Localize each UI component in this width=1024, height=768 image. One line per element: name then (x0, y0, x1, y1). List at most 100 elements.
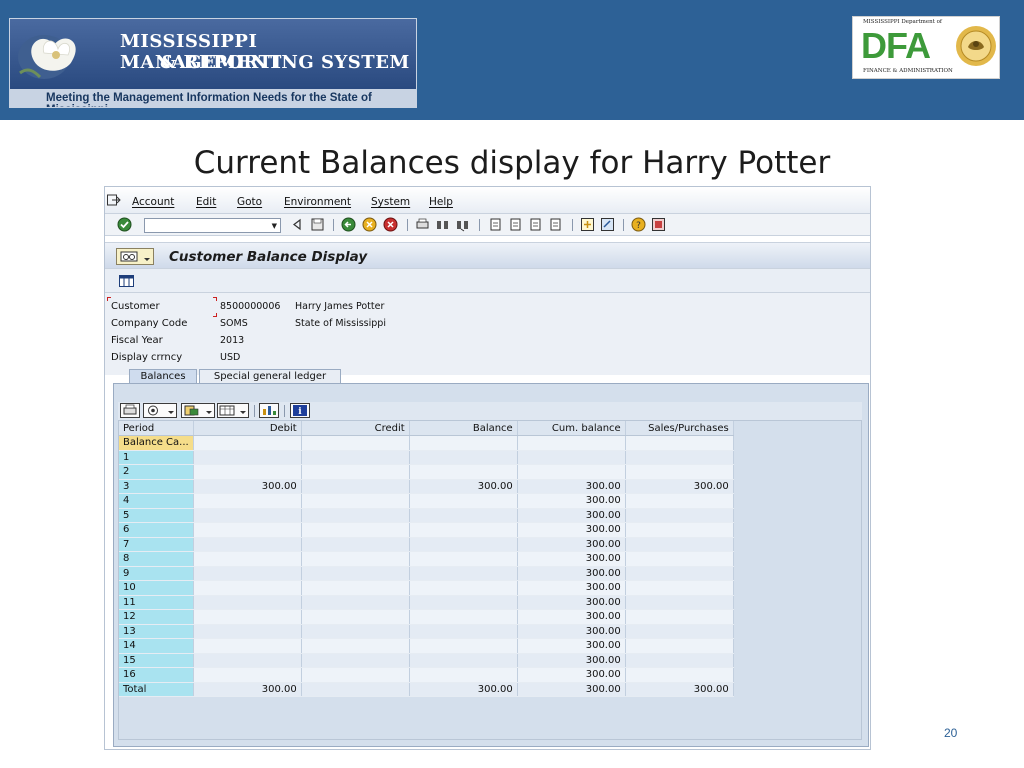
menu-help[interactable]: Help (429, 196, 453, 208)
amount-cell[interactable] (409, 595, 518, 610)
amount-cell[interactable] (301, 522, 410, 538)
amount-cell[interactable]: 300.00 (517, 566, 626, 581)
period-cell[interactable]: 6 (119, 522, 194, 538)
amount-cell[interactable]: 300.00 (517, 522, 626, 538)
display-toggle-button[interactable] (116, 248, 154, 265)
table-row[interactable]: 16 300.00 (119, 667, 734, 683)
period-cell[interactable]: 15 (119, 653, 194, 668)
amount-cell[interactable] (625, 653, 734, 668)
amount-cell[interactable] (625, 464, 734, 480)
amount-cell[interactable]: 300.00 (193, 479, 302, 494)
amount-cell[interactable] (301, 464, 410, 480)
fiscal-year-value[interactable]: 2013 (220, 335, 244, 346)
table-row[interactable]: 10 300.00 (119, 580, 734, 596)
amount-cell[interactable]: 300.00 (517, 624, 626, 639)
command-field[interactable]: ▼ (144, 218, 281, 233)
table-row[interactable]: 15 300.00 (119, 653, 734, 668)
amount-cell[interactable]: 300.00 (409, 479, 518, 494)
amount-cell[interactable] (301, 508, 410, 523)
amount-cell[interactable] (193, 566, 302, 581)
alv-info-button[interactable]: i (290, 403, 310, 418)
amount-cell[interactable] (409, 493, 518, 509)
help-icon[interactable]: ? (631, 217, 646, 232)
amount-cell[interactable]: 300.00 (517, 609, 626, 625)
amount-cell[interactable]: 300.00 (625, 682, 734, 697)
chevron-down-icon[interactable]: ▼ (272, 222, 277, 230)
amount-cell[interactable] (301, 479, 410, 494)
amount-cell[interactable] (301, 609, 410, 625)
table-row[interactable]: 9 300.00 (119, 566, 734, 581)
col-balance[interactable]: Balance (409, 421, 518, 436)
previous-page-icon[interactable] (508, 217, 523, 232)
amount-cell[interactable] (625, 566, 734, 581)
amount-cell[interactable]: 300.00 (517, 551, 626, 567)
period-cell[interactable]: 16 (119, 667, 194, 683)
amount-cell[interactable] (193, 450, 302, 465)
amount-cell[interactable]: 300.00 (517, 595, 626, 610)
amount-cell[interactable]: 300.00 (193, 682, 302, 697)
period-cell[interactable]: 4 (119, 493, 194, 509)
exit-yellow-icon[interactable] (362, 217, 377, 232)
tab-special-gl[interactable]: Special general ledger (199, 369, 341, 384)
alv-layout-button[interactable] (217, 403, 249, 418)
table-row[interactable]: 11 300.00 (119, 595, 734, 610)
menu-edit[interactable]: Edit (196, 196, 216, 208)
back-arrow-icon[interactable] (290, 217, 305, 232)
enter-check-icon[interactable] (117, 217, 132, 232)
amount-cell[interactable] (301, 580, 410, 596)
amount-cell[interactable]: 300.00 (517, 580, 626, 596)
period-cell[interactable]: 11 (119, 595, 194, 610)
col-credit[interactable]: Credit (301, 421, 410, 436)
amount-cell[interactable]: 300.00 (517, 537, 626, 552)
first-page-icon[interactable] (488, 217, 503, 232)
alv-graphic-button[interactable] (259, 403, 279, 418)
amount-cell[interactable]: 300.00 (517, 682, 626, 697)
amount-cell[interactable] (301, 667, 410, 683)
amount-cell[interactable] (301, 450, 410, 465)
amount-cell[interactable]: 300.00 (517, 479, 626, 494)
amount-cell[interactable] (409, 435, 518, 451)
find-icon[interactable] (435, 217, 450, 232)
amount-cell[interactable] (193, 609, 302, 625)
period-cell[interactable]: 12 (119, 609, 194, 625)
table-row[interactable]: 5 300.00 (119, 508, 734, 523)
last-page-icon[interactable] (548, 217, 563, 232)
next-page-icon[interactable] (528, 217, 543, 232)
col-sales-purchases[interactable]: Sales/Purchases (625, 421, 734, 436)
amount-cell[interactable] (409, 450, 518, 465)
amount-cell[interactable] (193, 522, 302, 538)
amount-cell[interactable] (625, 450, 734, 465)
menu-account[interactable]: Account (132, 196, 174, 208)
alv-print-button[interactable] (120, 403, 140, 418)
amount-cell[interactable] (193, 638, 302, 654)
period-cell[interactable]: 14 (119, 638, 194, 654)
period-cell[interactable]: 7 (119, 537, 194, 552)
amount-cell[interactable] (193, 551, 302, 567)
company-code-value[interactable]: SOMS (220, 318, 248, 329)
grid-layout-icon[interactable] (119, 275, 134, 287)
table-row[interactable]: 8 300.00 (119, 551, 734, 567)
amount-cell[interactable]: 300.00 (517, 508, 626, 523)
table-row[interactable]: 6 300.00 (119, 522, 734, 538)
table-row[interactable]: 3 300.00 300.00 300.00 300.00 (119, 479, 734, 494)
period-cell[interactable]: 5 (119, 508, 194, 523)
amount-cell[interactable]: 300.00 (517, 638, 626, 654)
tab-balances[interactable]: Balances (129, 369, 197, 384)
amount-cell[interactable] (625, 551, 734, 567)
period-cell[interactable]: 10 (119, 580, 194, 596)
amount-cell[interactable]: 300.00 (517, 493, 626, 509)
table-row[interactable]: 1 (119, 450, 734, 465)
amount-cell[interactable] (193, 624, 302, 639)
period-cell[interactable]: 8 (119, 551, 194, 567)
period-cell[interactable]: Balance Ca... (119, 435, 194, 451)
customize-layout-icon[interactable] (651, 217, 666, 232)
amount-cell[interactable] (301, 435, 410, 451)
amount-cell[interactable] (625, 595, 734, 610)
amount-cell[interactable]: 300.00 (517, 653, 626, 668)
amount-cell[interactable] (409, 667, 518, 683)
col-debit[interactable]: Debit (193, 421, 302, 436)
amount-cell[interactable] (301, 566, 410, 581)
amount-cell[interactable]: 300.00 (517, 667, 626, 683)
print-icon[interactable] (415, 217, 430, 232)
amount-cell[interactable] (301, 682, 410, 697)
